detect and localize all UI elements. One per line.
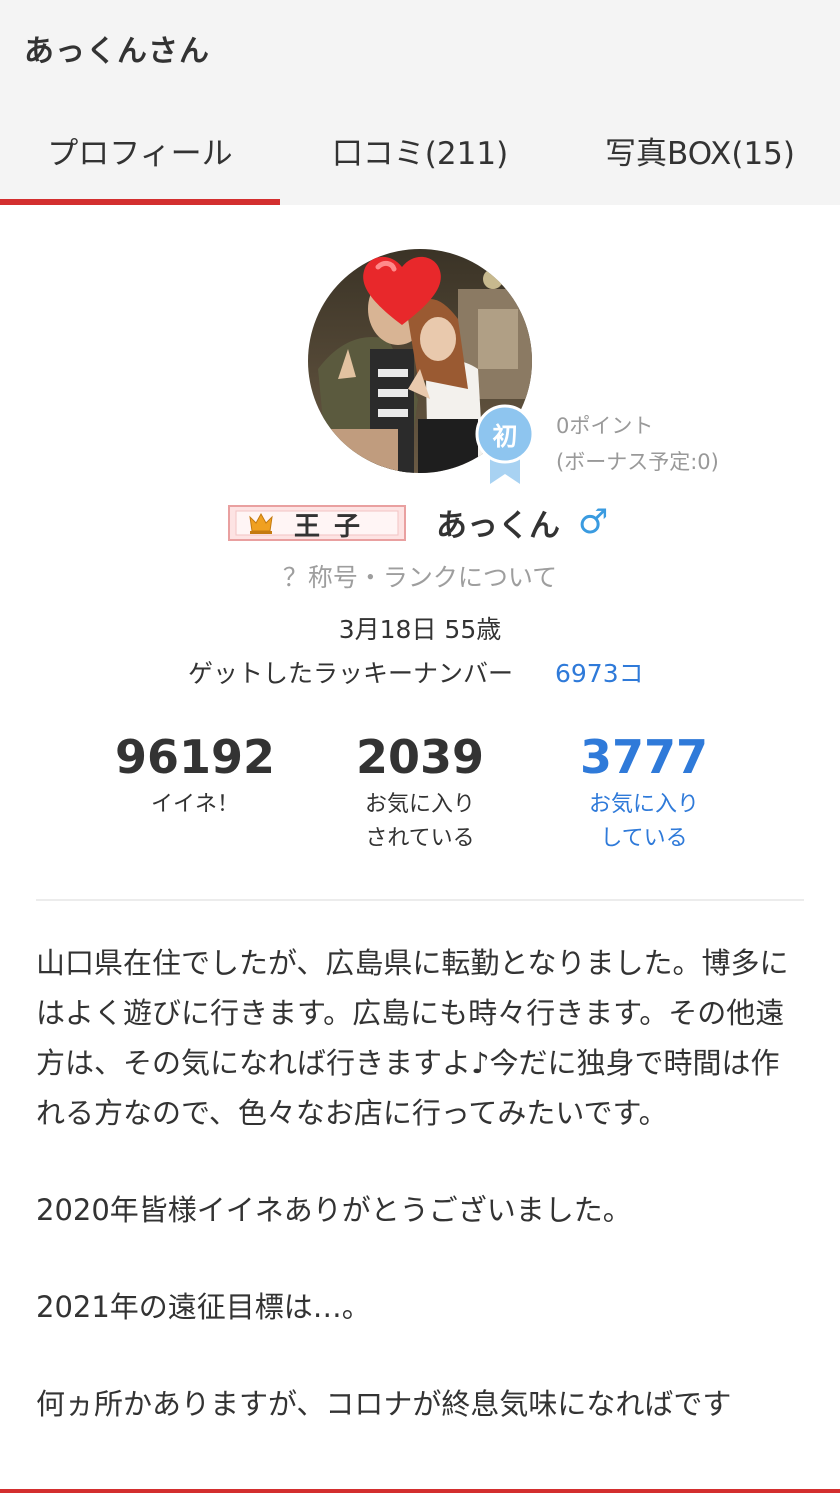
tab-bar: プロフィール 口コミ(211) 写真BOX(15) — [0, 95, 840, 205]
stat-favoriting-label: お気に入り している — [564, 788, 724, 856]
stat-favoriting[interactable]: 3777 お気に入り している — [564, 730, 724, 856]
bio-paragraph: 何ヵ所かありますが、コロナが終息気味になればです — [36, 1387, 732, 1421]
tab-profile-label: プロフィール — [47, 135, 233, 172]
bio-paragraph: 2021年の遠征目標は…。 — [36, 1290, 371, 1324]
stat-favoriting-count: 3777 — [579, 730, 709, 784]
user-name: あっくん — [436, 508, 560, 544]
stat-favoriting-label-1: お気に入り — [588, 792, 699, 817]
stat-favorited-by[interactable]: 2039 お気に入り されている — [340, 730, 500, 856]
lucky-number-link[interactable]: 6973コ — [555, 654, 644, 690]
points-value: 0ポイント — [556, 414, 654, 438]
rank-badge-label: 王子 — [294, 512, 375, 542]
stat-likes-label: イイネ！ — [150, 792, 239, 817]
divider — [36, 899, 804, 901]
stat-favorited-by-label: お気に入り されている — [340, 788, 500, 856]
bottom-accent-bar — [0, 1489, 840, 1493]
rank-info-label: ？称号・ランクについて — [282, 563, 558, 592]
rank-badge: 王子 — [228, 505, 406, 542]
app-header: あっくんさん — [0, 0, 840, 95]
heart-icon — [363, 256, 441, 325]
stat-favorited-by-label-1: お気に入り — [364, 792, 475, 817]
page-title: あっくんさん — [24, 34, 210, 69]
tab-reviews-label: 口コミ(211) — [331, 135, 509, 172]
profile-bio: 山口県在住でしたが、広島県に転勤となりました。博多にはよく遊びに行きます。広島に… — [36, 938, 804, 1476]
bio-paragraph: 山口県在住でしたが、広島県に転勤となりました。博多にはよく遊びに行きます。広島に… — [36, 946, 789, 1130]
stat-likes-count: 96192 — [115, 730, 276, 784]
stat-likes: 96192 イイネ！ — [115, 730, 275, 822]
tab-photo-box[interactable]: 写真BOX(15) — [560, 95, 840, 205]
tab-reviews[interactable]: 口コミ(211) — [280, 95, 560, 205]
first-badge-label: 初 — [492, 422, 518, 451]
stat-favorited-by-count: 2039 — [355, 730, 485, 784]
stat-favoriting-label-2: している — [600, 826, 688, 851]
birthday-age: 3月18日 55歳 — [338, 615, 502, 644]
bonus-points: (ボーナス予定:0) — [556, 450, 719, 474]
first-visit-badge: 初 — [474, 404, 536, 484]
lucky-number-label: ゲットしたラッキーナンバー — [188, 659, 514, 688]
tab-profile[interactable]: プロフィール — [0, 95, 280, 205]
points-info: 0ポイント (ボーナス予定:0) — [556, 408, 719, 480]
stat-favorited-by-label-2: されている — [365, 826, 475, 851]
rank-info-link[interactable]: ？称号・ランクについて — [0, 558, 840, 594]
bio-paragraph: 2020年皆様イイネありがとうございました。 — [36, 1193, 632, 1227]
tab-photo-box-label: 写真BOX(15) — [604, 135, 795, 172]
profile-page: あっくんさん プロフィール 口コミ(211) 写真BOX(15) 初 0ポイント… — [0, 0, 840, 1493]
male-icon: ♂ — [578, 502, 609, 542]
